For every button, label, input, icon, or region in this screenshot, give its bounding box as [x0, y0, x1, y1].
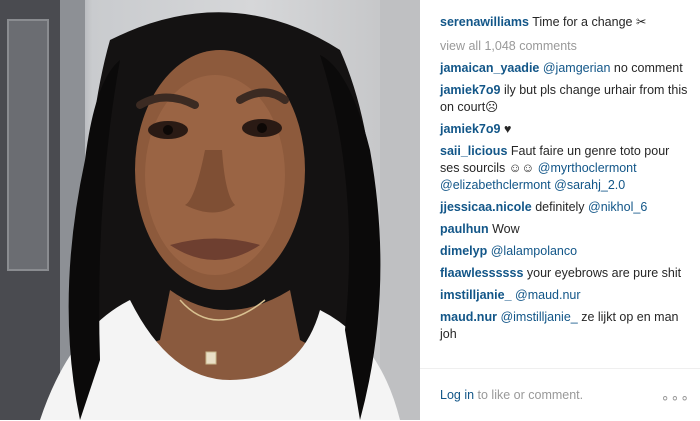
comment-item: maud.nur @imstilljanie_ ze lijkt op en m…: [440, 309, 690, 343]
comment-text: Wow: [488, 222, 520, 236]
comment-username[interactable]: jamaican_yaadie: [440, 61, 539, 75]
portrait-illustration: [0, 0, 420, 420]
comment-list: jamaican_yaadie @jamgerian no comment ja…: [440, 60, 690, 348]
comment-username[interactable]: jamiek7o9: [440, 83, 500, 97]
comment-item: dimelyp @lalampolanco: [440, 243, 690, 260]
comment-mention[interactable]: @lalampolanco: [491, 244, 577, 258]
comment-item: imstilljanie_ @maud.nur: [440, 287, 690, 304]
author-username[interactable]: serenawilliams: [440, 15, 529, 29]
comment-text: definitely: [531, 200, 589, 214]
comment-text: your eyebrows are pure shit: [523, 266, 682, 280]
comment-item: paulhun Wow: [440, 221, 690, 238]
comments-panel: serenawilliams Time for a change ✂ view …: [420, 0, 700, 420]
comment-item: jjessicaa.nicole definitely @nikhol_6: [440, 199, 690, 216]
post-photo[interactable]: [0, 0, 420, 420]
comment-item: flaawlessssss your eyebrows are pure shi…: [440, 265, 690, 282]
login-link[interactable]: Log in: [440, 388, 474, 402]
login-prompt: Log in to like or comment.: [440, 387, 583, 404]
more-options-icon[interactable]: ∘∘∘: [661, 389, 690, 406]
comment-mention[interactable]: @imstilljanie_: [500, 310, 577, 324]
comment-mention[interactable]: @nikhol_6: [588, 200, 647, 214]
login-prompt-text: to like or comment.: [474, 388, 584, 402]
heart-icon: ♥: [500, 122, 512, 136]
comment-username[interactable]: jjessicaa.nicole: [440, 200, 532, 214]
comment-mention[interactable]: @myrthoclermont: [538, 161, 637, 175]
comment-item: jamiek7o9 ♥: [440, 121, 690, 138]
comment-username[interactable]: imstilljanie_: [440, 288, 512, 302]
comment-item: jamaican_yaadie @jamgerian no comment: [440, 60, 690, 77]
instagram-post: serenawilliams Time for a change ✂ view …: [0, 0, 700, 420]
comment-text: no comment: [610, 61, 683, 75]
caption-text: Time for a change: [532, 15, 633, 29]
comment-mention[interactable]: @maud.nur: [515, 288, 581, 302]
comment-username[interactable]: flaawlessssss: [440, 266, 523, 280]
comment-username[interactable]: dimelyp: [440, 244, 487, 258]
view-all-comments-link[interactable]: view all 1,048 comments: [440, 38, 577, 55]
comment-username[interactable]: maud.nur: [440, 310, 497, 324]
comment-username[interactable]: saii_licious: [440, 144, 507, 158]
comment-item: jamiek7o9 ily but pls change urhair from…: [440, 82, 690, 116]
comment-username[interactable]: paulhun: [440, 222, 489, 236]
post-caption: serenawilliams Time for a change ✂: [440, 14, 690, 31]
comment-item: saii_licious Faut faire un genre toto po…: [440, 143, 690, 194]
post-footer: Log in to like or comment. ∘∘∘: [420, 368, 700, 421]
comment-mention[interactable]: @jamgerian: [543, 61, 611, 75]
scissors-icon: ✂: [635, 15, 647, 29]
comment-mention-extra[interactable]: @elizabethclermont @sarahj_2.0: [440, 178, 625, 192]
comment-username[interactable]: jamiek7o9: [440, 122, 500, 136]
